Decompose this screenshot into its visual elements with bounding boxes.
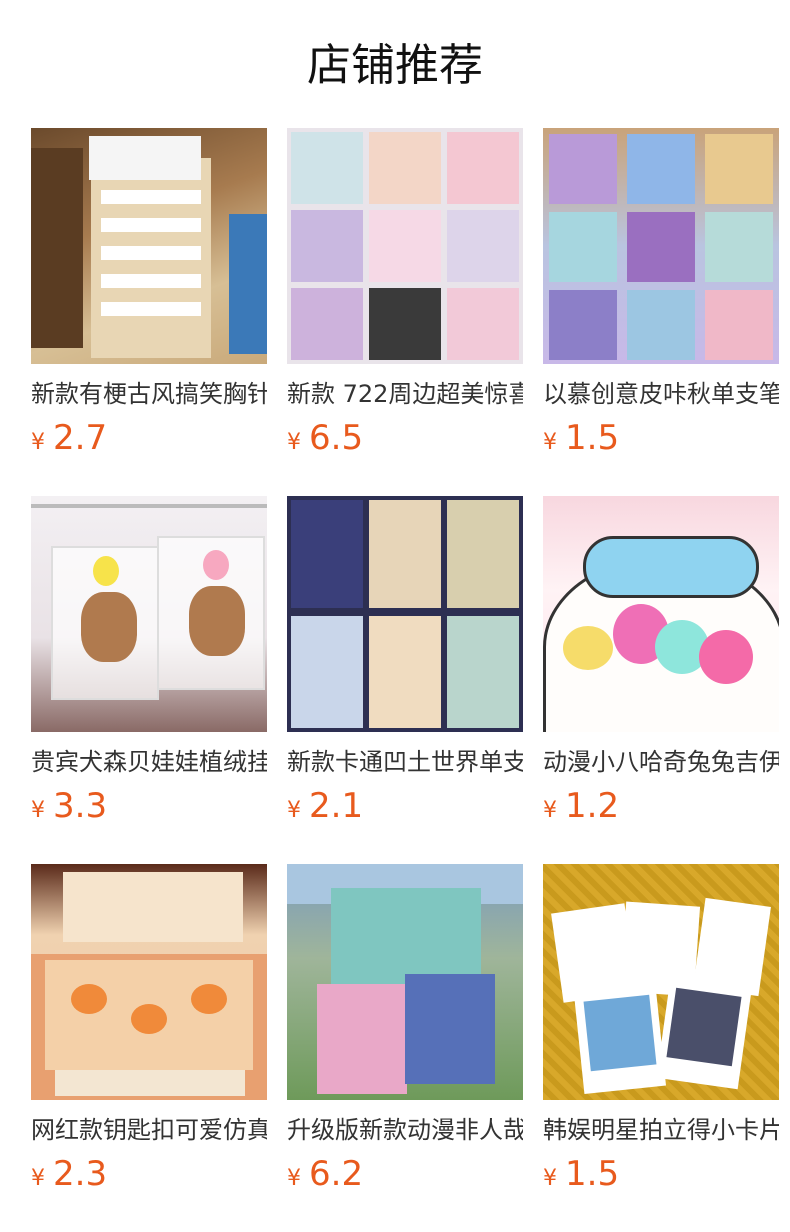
product-card[interactable]: 动漫小八哈奇兔兔吉伊卡哇 ¥1.2 bbox=[543, 496, 779, 864]
price-value: 1.5 bbox=[565, 418, 620, 458]
product-card[interactable]: 新款 722周边超美惊喜盒 ¥6.5 bbox=[287, 128, 523, 496]
product-card[interactable]: 以慕创意皮咔秋单支笔 ¥1.5 bbox=[543, 128, 779, 496]
currency-symbol: ¥ bbox=[31, 798, 45, 823]
currency-symbol: ¥ bbox=[543, 1166, 557, 1191]
price-value: 1.2 bbox=[565, 786, 620, 826]
currency-symbol: ¥ bbox=[287, 798, 301, 823]
price-value: 3.3 bbox=[53, 786, 108, 826]
product-name[interactable]: 韩娱明星拍立得小卡片 bbox=[543, 1112, 779, 1148]
product-name[interactable]: 贵宾犬森贝娃娃植绒挂件 bbox=[31, 744, 267, 780]
product-name[interactable]: 新款有梗古风搞笑胸针 bbox=[31, 376, 267, 412]
product-card[interactable]: 新款有梗古风搞笑胸针 ¥2.7 bbox=[31, 128, 267, 496]
price-value: 2.7 bbox=[53, 418, 108, 458]
product-price: ¥2.3 bbox=[31, 1152, 267, 1202]
product-image[interactable] bbox=[31, 496, 267, 732]
product-image[interactable] bbox=[543, 864, 779, 1100]
product-image[interactable] bbox=[287, 128, 523, 364]
product-image[interactable] bbox=[543, 496, 779, 732]
product-name[interactable]: 网红款钥匙扣可爱仿真面包挂件 bbox=[31, 1112, 267, 1148]
price-value: 6.2 bbox=[309, 1154, 364, 1194]
product-name[interactable]: 新款 722周边超美惊喜盒 bbox=[287, 376, 523, 412]
product-card[interactable]: 贵宾犬森贝娃娃植绒挂件 ¥3.3 bbox=[31, 496, 267, 864]
product-name[interactable]: 动漫小八哈奇兔兔吉伊卡哇 bbox=[543, 744, 779, 780]
product-image[interactable] bbox=[287, 496, 523, 732]
product-card[interactable]: 网红款钥匙扣可爱仿真面包挂件 ¥2.3 bbox=[31, 864, 267, 1232]
currency-symbol: ¥ bbox=[287, 1166, 301, 1191]
currency-symbol: ¥ bbox=[287, 430, 301, 455]
product-image[interactable] bbox=[31, 128, 267, 364]
product-price: ¥2.1 bbox=[287, 784, 523, 834]
price-value: 1.5 bbox=[565, 1154, 620, 1194]
product-image[interactable] bbox=[287, 864, 523, 1100]
product-name[interactable]: 新款卡通凹土世界单支笔 bbox=[287, 744, 523, 780]
product-price: ¥3.3 bbox=[31, 784, 267, 834]
page-title: 店铺推荐 bbox=[307, 40, 483, 91]
product-price: ¥2.7 bbox=[31, 416, 267, 466]
currency-symbol: ¥ bbox=[543, 430, 557, 455]
price-value: 2.1 bbox=[309, 786, 364, 826]
product-card[interactable]: 韩娱明星拍立得小卡片 ¥1.5 bbox=[543, 864, 779, 1232]
product-price: ¥1.2 bbox=[543, 784, 779, 834]
product-image[interactable] bbox=[31, 864, 267, 1100]
product-name[interactable]: 升级版新款动漫非人哉周边 bbox=[287, 1112, 523, 1148]
product-card[interactable]: 升级版新款动漫非人哉周边 ¥6.2 bbox=[287, 864, 523, 1232]
currency-symbol: ¥ bbox=[31, 1166, 45, 1191]
price-value: 2.3 bbox=[53, 1154, 108, 1194]
product-name[interactable]: 以慕创意皮咔秋单支笔 bbox=[543, 376, 779, 412]
product-price: ¥1.5 bbox=[543, 1152, 779, 1202]
product-grid: 新款有梗古风搞笑胸针 ¥2.7 新款 722周边超美惊喜盒 ¥6.5 bbox=[31, 128, 779, 1232]
currency-symbol: ¥ bbox=[31, 430, 45, 455]
product-price: ¥6.2 bbox=[287, 1152, 523, 1202]
product-card[interactable]: 新款卡通凹土世界单支笔 ¥2.1 bbox=[287, 496, 523, 864]
price-value: 6.5 bbox=[309, 418, 364, 458]
product-price: ¥6.5 bbox=[287, 416, 523, 466]
product-image[interactable] bbox=[543, 128, 779, 364]
currency-symbol: ¥ bbox=[543, 798, 557, 823]
product-price: ¥1.5 bbox=[543, 416, 779, 466]
